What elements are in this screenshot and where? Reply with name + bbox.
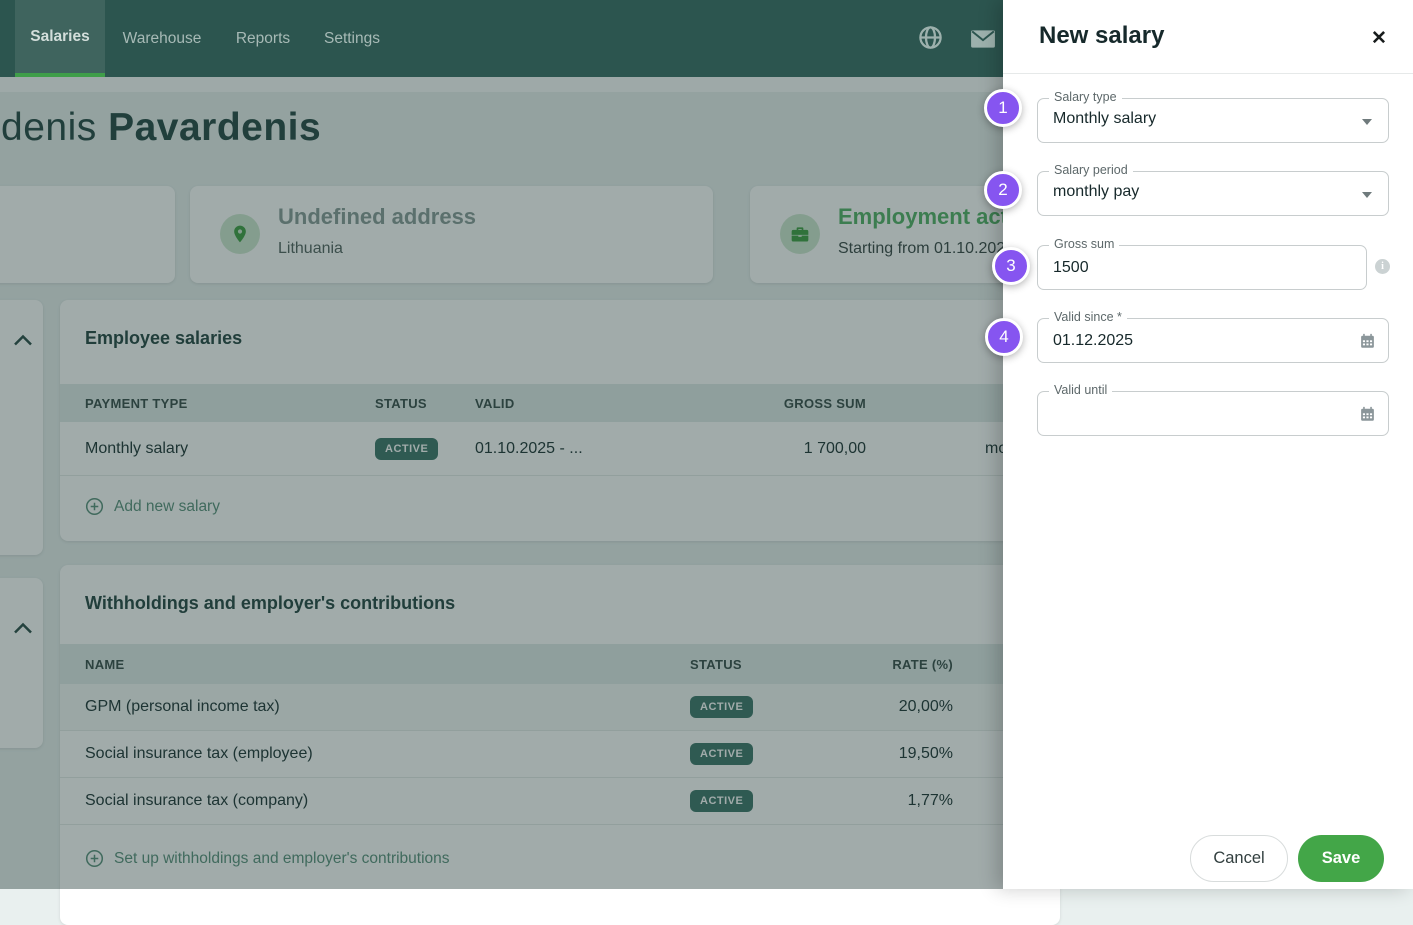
close-icon[interactable]: ✕ [1365,24,1393,52]
main-page: Salaries Warehouse Reports Settings deni… [0,0,1003,889]
calendar-icon[interactable] [1359,405,1376,423]
chevron-down-icon [1362,192,1372,198]
step-badge-3: 3 [992,247,1030,285]
drawer-title: New salary [1039,22,1164,50]
globe-icon[interactable] [915,22,945,52]
cancel-button[interactable]: Cancel [1190,835,1288,882]
info-icon[interactable]: i [1375,259,1390,274]
calendar-icon[interactable] [1359,332,1376,350]
gross-sum-input[interactable] [1053,248,1343,287]
step-badge-1: 1 [984,89,1022,127]
valid-until-field: Valid until [1037,391,1389,436]
tab-reports[interactable]: Reports [222,0,304,77]
tab-warehouse-label: Warehouse [123,30,202,48]
salary-type-select[interactable]: Salary type Monthly salary [1037,98,1389,143]
salary-period-value: monthly pay [1053,183,1139,201]
tab-settings-label: Settings [324,30,380,48]
tab-salaries[interactable]: Salaries [15,0,105,77]
top-nav: Salaries Warehouse Reports Settings [0,0,1003,77]
chevron-down-icon [1362,119,1372,125]
step-badge-4: 4 [985,318,1023,356]
step-badge-2: 2 [984,171,1022,209]
salary-type-label: Salary type [1049,90,1122,104]
drawer-header: New salary ✕ [1003,0,1413,74]
tab-warehouse[interactable]: Warehouse [107,0,217,77]
tab-reports-label: Reports [236,30,290,48]
valid-until-input[interactable] [1053,394,1343,433]
tab-salaries-label: Salaries [30,28,89,46]
new-salary-drawer: New salary ✕ Salary type Monthly salary … [1003,0,1413,889]
gross-sum-field: Gross sum [1037,245,1367,290]
modal-backdrop[interactable] [0,77,1003,889]
valid-since-input[interactable] [1053,321,1343,360]
save-button[interactable]: Save [1298,835,1384,882]
tab-settings[interactable]: Settings [308,0,396,77]
salary-period-select[interactable]: Salary period monthly pay [1037,171,1389,216]
salary-period-label: Salary period [1049,163,1133,177]
salary-type-value: Monthly salary [1053,110,1156,128]
valid-since-field: Valid since * [1037,318,1389,363]
mail-icon[interactable] [968,24,998,54]
